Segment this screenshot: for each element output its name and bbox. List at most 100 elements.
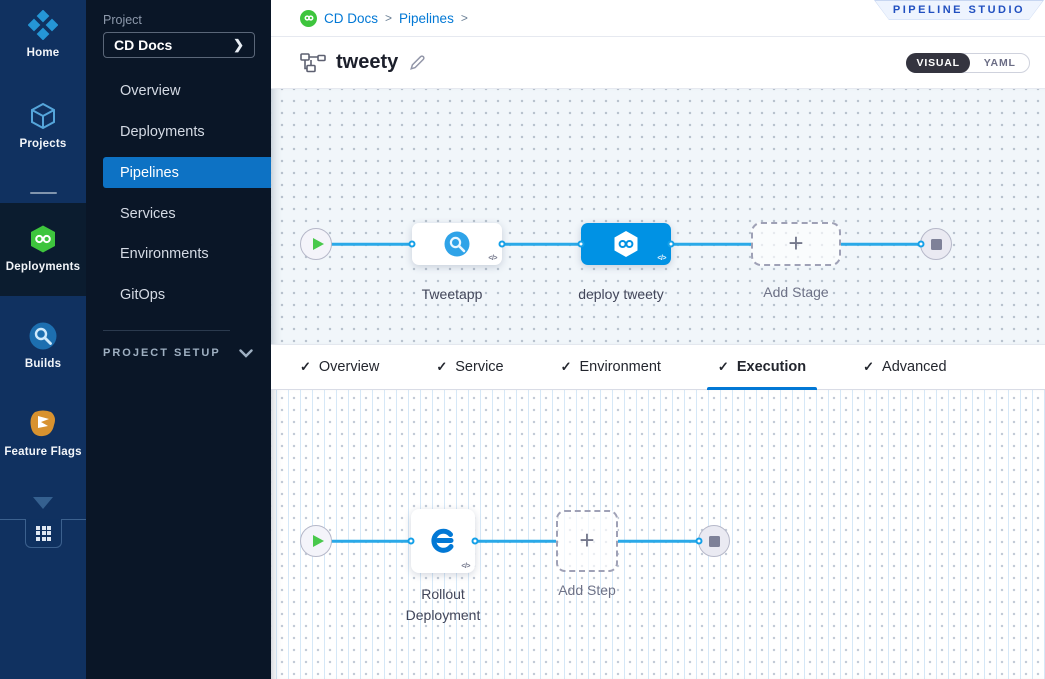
node-port[interactable]: [499, 241, 506, 248]
module-deployments-label: Deployments: [6, 261, 80, 273]
chevron-right-icon: ❯: [233, 37, 244, 53]
tab-label: Overview: [319, 359, 379, 375]
tab-label: Environment: [580, 359, 661, 375]
node-port[interactable]: [918, 241, 925, 248]
deploy-stage-icon: [443, 230, 471, 258]
breadcrumb-separator: >: [461, 11, 468, 25]
plus-icon: +: [579, 527, 594, 553]
breadcrumb: CD Docs > Pipelines >: [300, 10, 468, 27]
plus-icon: +: [788, 230, 803, 256]
deployments-icon: [28, 224, 58, 254]
stage-label: deploy tweety: [578, 286, 664, 302]
node-port[interactable]: [409, 241, 416, 248]
module-builds-label: Builds: [25, 358, 61, 370]
sidebar-item-overview[interactable]: Overview: [86, 75, 271, 106]
check-icon: ✓: [300, 359, 311, 375]
tab-execution[interactable]: ✓Execution: [718, 345, 806, 389]
feature-flags-icon: [28, 409, 58, 439]
pipeline-title-row: tweety VISUAL YAML: [271, 37, 1045, 89]
add-stage-button[interactable]: +: [751, 222, 841, 266]
main-content: CD Docs > Pipelines > PIPELINE STUDIO tw…: [271, 0, 1045, 679]
node-port[interactable]: [472, 538, 479, 545]
node-port[interactable]: [408, 538, 415, 545]
sidebar-item-environments[interactable]: Environments: [86, 238, 271, 269]
builds-icon: [28, 321, 58, 351]
stop-icon: [709, 536, 720, 547]
stage-node-deploy-tweety[interactable]: </>: [581, 223, 671, 265]
app-grid-button[interactable]: [25, 519, 62, 548]
tab-label: Advanced: [882, 359, 947, 375]
step-node-rollout-deployment[interactable]: </>: [411, 509, 475, 573]
sidebar-item-label: Environments: [120, 246, 209, 262]
add-step-button[interactable]: +: [556, 510, 618, 572]
project-selector[interactable]: CD Docs ❯: [103, 32, 255, 58]
module-projects-label: Projects: [20, 138, 67, 150]
edge: [475, 540, 556, 543]
module-home-label: Home: [27, 47, 60, 59]
stage-canvas: </> </> + Tweetapp deploy tweety Add Sta…: [271, 89, 1045, 344]
check-icon: ✓: [863, 359, 874, 375]
check-icon: ✓: [718, 359, 729, 375]
module-rail: Home Projects Deployments Builds Feature…: [0, 0, 86, 679]
pipeline-end-node[interactable]: [920, 228, 952, 260]
visual-toggle-button[interactable]: VISUAL: [906, 53, 970, 73]
home-icon: [28, 10, 58, 40]
pipeline-title: tweety: [336, 51, 398, 74]
edit-pencil-icon[interactable]: [408, 54, 426, 72]
edge: [331, 540, 411, 543]
stage-node-tweetapp[interactable]: </>: [412, 223, 502, 265]
project-setup-toggle[interactable]: PROJECT SETUP: [103, 347, 253, 359]
sidebar-item-label: Services: [120, 206, 176, 222]
chevron-down-icon: [239, 349, 253, 358]
stage-label: Add Stage: [763, 284, 828, 300]
execution-end-node[interactable]: [698, 525, 730, 557]
play-icon: [313, 238, 324, 250]
sidebar-item-gitops[interactable]: GitOps: [86, 279, 271, 310]
module-home[interactable]: Home: [0, 10, 86, 59]
tab-overview[interactable]: ✓ Overview: [300, 345, 379, 389]
code-glyph: </>: [657, 255, 666, 262]
cd-stage-icon: [610, 228, 642, 260]
edge: [671, 243, 751, 246]
project-label: Project: [103, 13, 142, 27]
tab-label: Service: [455, 359, 503, 375]
sidebar-item-deployments[interactable]: Deployments: [86, 116, 271, 147]
breadcrumb-project-link[interactable]: CD Docs: [324, 11, 378, 26]
play-icon: [313, 535, 324, 547]
node-port[interactable]: [668, 241, 675, 248]
node-port[interactable]: [696, 538, 703, 545]
sidebar-item-pipelines[interactable]: Pipelines: [103, 157, 271, 188]
pipeline-studio-badge-text: PIPELINE STUDIO: [875, 1, 1043, 20]
execution-canvas: </> + Rollout Deployment Add Step: [271, 390, 1045, 679]
sidebar-item-label: Pipelines: [120, 165, 179, 181]
module-feature-flags[interactable]: Feature Flags: [0, 409, 86, 458]
tab-service[interactable]: ✓Service: [436, 345, 503, 389]
breadcrumb-pipelines-link[interactable]: Pipelines: [399, 11, 454, 26]
edge: [618, 540, 699, 543]
sidebar-item-services[interactable]: Services: [86, 198, 271, 229]
projects-icon: [28, 101, 58, 131]
module-deployments[interactable]: Deployments: [0, 224, 86, 273]
tab-advanced[interactable]: ✓ Advanced: [863, 345, 946, 389]
yaml-toggle-button[interactable]: YAML: [970, 54, 1029, 72]
project-sidebar: Project CD Docs ❯ Overview Deployments P…: [86, 0, 271, 679]
step-label: Add Step: [558, 582, 616, 598]
step-label: Rollout Deployment: [393, 584, 493, 626]
rail-divider: [30, 192, 57, 194]
sidebar-item-label: GitOps: [120, 287, 165, 303]
tab-environment[interactable]: ✓ Environment: [561, 345, 661, 389]
sidebar-divider: [103, 330, 230, 331]
edge: [502, 243, 581, 246]
pipeline-studio-badge: PIPELINE STUDIO: [874, 0, 1044, 20]
pipeline-start-node[interactable]: [300, 228, 332, 260]
rail-more-chevron-icon[interactable]: [33, 497, 53, 509]
sidebar-item-label: Overview: [120, 83, 180, 99]
breadcrumb-separator: >: [385, 11, 392, 25]
pipeline-graph-icon: [300, 53, 326, 73]
module-builds[interactable]: Builds: [0, 321, 86, 370]
node-port[interactable]: [578, 241, 585, 248]
execution-start-node[interactable]: [300, 525, 332, 557]
module-feature-flags-label: Feature Flags: [4, 446, 81, 458]
check-icon: ✓: [561, 359, 572, 375]
module-projects[interactable]: Projects: [0, 101, 86, 150]
